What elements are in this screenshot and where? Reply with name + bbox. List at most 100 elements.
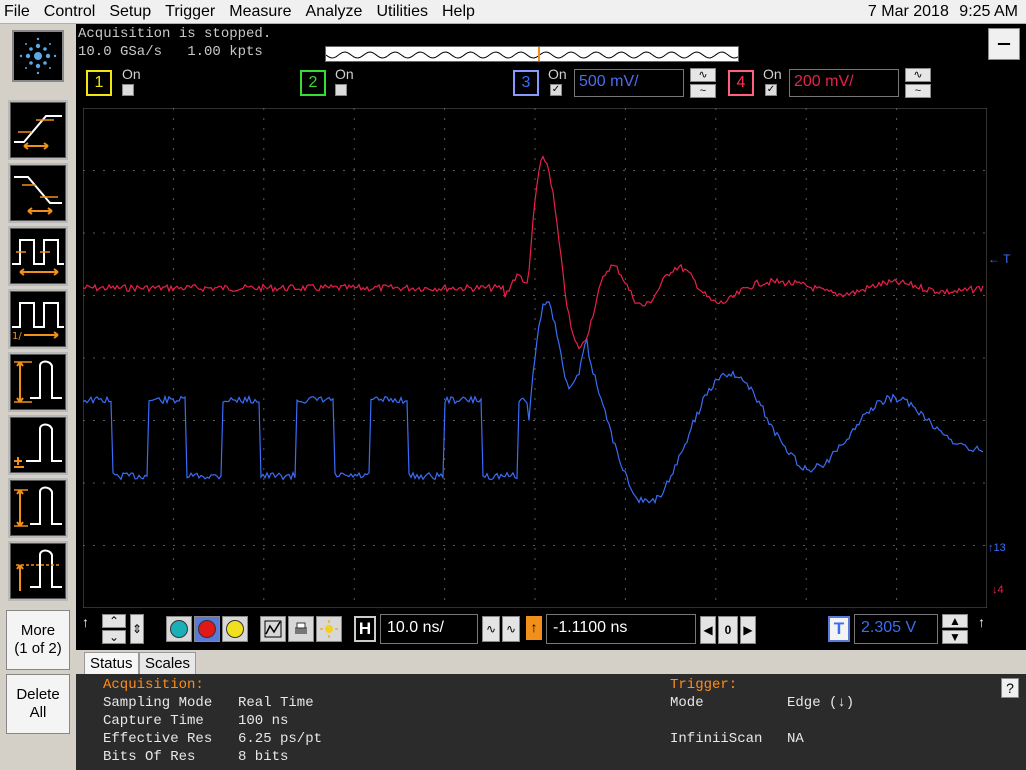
oscilloscope-app: File Control Setup Trigger Measure Analy…	[0, 0, 1026, 770]
left-toolbar: 1/ More (1 of 2) Delete All	[0, 24, 76, 770]
channel-4-on-label: On	[763, 66, 782, 82]
delay-position-field[interactable]: -1.1100 ns	[546, 614, 696, 644]
infiniiscan-label: InfiniiScan	[670, 731, 763, 747]
channel-3-button[interactable]: 3	[513, 70, 539, 96]
pin-up-icon[interactable]: ↑	[82, 614, 89, 630]
trigger-label: T	[828, 616, 850, 642]
horizontal-label: H	[354, 616, 376, 642]
channel-4-button[interactable]: 4	[728, 70, 754, 96]
frequency-measure-icon[interactable]: 1/	[8, 289, 68, 349]
scroll-both-button[interactable]: ⇕	[130, 614, 144, 644]
channel-4-checkbox[interactable]: ✓	[765, 84, 777, 96]
channel-2-on-label: On	[335, 66, 354, 82]
acquisition-bar: Acquisition is stopped. 10.0 GSa/s 1.00 …	[76, 24, 1026, 64]
status-tabs: Status Scales	[76, 650, 1026, 674]
rise-time-measure-icon[interactable]	[8, 100, 68, 160]
timebase-bar: ↑ ⌃ ⌄ ⇕ H 10.0 ns/ ∿ ∿ ↑ -1.1100 ns ◀ 0 …	[76, 610, 1026, 650]
color-yellow-button[interactable]	[222, 616, 248, 642]
channel-3-offset-marker: ↑13	[988, 542, 1006, 554]
waveform-overview[interactable]	[325, 46, 739, 62]
fall-time-measure-icon[interactable]	[8, 163, 68, 223]
menu-measure[interactable]: Measure	[222, 0, 298, 24]
tab-status[interactable]: Status	[84, 652, 139, 674]
amplitude-measure-icon[interactable]	[8, 478, 68, 538]
color-red-button[interactable]	[194, 616, 220, 642]
trigger-pin-icon[interactable]: ↑	[978, 614, 985, 630]
sampling-mode-value: Real Time	[238, 695, 314, 711]
waveform-display[interactable]: ← T ↑13 ↓4	[76, 102, 1026, 610]
delay-zero-button[interactable]: 0	[718, 616, 738, 644]
delay-icon: ↑	[526, 616, 542, 640]
menu-setup[interactable]: Setup	[102, 0, 158, 24]
sampling-mode-label: Sampling Mode	[103, 695, 213, 711]
delete-all-label-line1: Delete	[16, 686, 60, 703]
channel-4-offset-marker: ↓4	[992, 584, 1004, 596]
bits-of-res-label: Bits Of Res	[103, 749, 196, 765]
menu-file[interactable]: File	[0, 0, 37, 24]
trigger-mode-value: Edge (↓)	[787, 695, 855, 711]
channel-1-on-label: On	[122, 66, 141, 82]
channel-3-coupling-ac[interactable]: ∿	[690, 68, 716, 82]
timebase-scale-field[interactable]: 10.0 ns/	[380, 614, 478, 644]
channel-4-scale[interactable]: 200 mV/	[789, 69, 899, 97]
channel-3-coupling-dc[interactable]: ~	[690, 84, 716, 98]
svg-text:1/: 1/	[12, 331, 22, 342]
scroll-down-button[interactable]: ⌄	[102, 630, 126, 644]
print-icon[interactable]	[288, 616, 314, 642]
menu-trigger[interactable]: Trigger	[158, 0, 222, 24]
trigger-heading: Trigger:	[670, 677, 738, 693]
more-button-label: More	[20, 622, 56, 639]
period-measure-icon[interactable]	[8, 226, 68, 286]
acquisition-status: Acquisition is stopped.	[78, 26, 272, 42]
vpp-measure-icon[interactable]	[8, 352, 68, 412]
menu-analyze[interactable]: Analyze	[299, 0, 370, 24]
color-cyan-button[interactable]	[166, 616, 192, 642]
autoscale-icon[interactable]	[260, 616, 286, 642]
menu-help[interactable]: Help	[435, 0, 482, 24]
delete-all-label-line2: All	[29, 704, 47, 721]
minimize-button[interactable]: —	[988, 28, 1020, 60]
delay-right-button[interactable]: ▶	[740, 616, 756, 644]
channel-3-scale[interactable]: 500 mV/	[574, 69, 684, 97]
channel-2-button[interactable]: 2	[300, 70, 326, 96]
delay-left-button[interactable]: ◀	[700, 616, 716, 644]
acquisition-heading: Acquisition:	[103, 677, 204, 693]
delete-all-button[interactable]: Delete All	[6, 674, 70, 734]
timebase-fine-up[interactable]: ∿	[502, 616, 520, 642]
trigger-level-marker: ← T	[988, 252, 1011, 266]
trigger-level-field[interactable]: 2.305 V	[854, 614, 938, 644]
bits-of-res-value: 8 bits	[238, 749, 289, 765]
trigger-level-up[interactable]: ▲	[942, 614, 968, 628]
clock-date: 7 Mar 2018	[867, 3, 949, 20]
effective-res-label: Effective Res	[103, 731, 213, 747]
scroll-up-button[interactable]: ⌃	[102, 614, 126, 628]
infiniiscan-value: NA	[787, 731, 804, 747]
clock-time: 9:25 AM	[959, 3, 1018, 20]
tab-scales[interactable]: Scales	[139, 652, 197, 674]
status-panel: Acquisition: Sampling Mode Real Time Cap…	[76, 674, 1026, 770]
menu-bar: File Control Setup Trigger Measure Analy…	[0, 0, 1026, 24]
channel-2-checkbox[interactable]	[335, 84, 347, 96]
trigger-level-down[interactable]: ▼	[942, 630, 968, 644]
effective-res-value: 6.25 ps/pt	[238, 731, 323, 747]
vmin-measure-icon[interactable]	[8, 415, 68, 475]
channel-1-button[interactable]: 1	[86, 70, 112, 96]
brightness-icon[interactable]	[316, 616, 342, 642]
channel-4-coupling-dc[interactable]: ~	[905, 84, 931, 98]
channel-3-on-label: On	[548, 66, 567, 82]
capture-time-label: Capture Time	[103, 713, 204, 729]
capture-time-value: 100 ns	[238, 713, 289, 729]
channel-3-checkbox[interactable]: ✓	[550, 84, 562, 96]
help-button[interactable]: ?	[1001, 678, 1019, 698]
menu-utilities[interactable]: Utilities	[369, 0, 435, 24]
timebase-fine-down[interactable]: ∿	[482, 616, 500, 642]
logo-icon[interactable]	[12, 30, 64, 82]
top-measure-icon[interactable]	[8, 541, 68, 601]
graticule[interactable]	[83, 108, 987, 608]
channel-1-checkbox[interactable]	[122, 84, 134, 96]
sample-rate-memory: 10.0 GSa/s 1.00 kpts	[78, 44, 263, 60]
menu-control[interactable]: Control	[37, 0, 103, 24]
channel-4-coupling-ac[interactable]: ∿	[905, 68, 931, 82]
more-button-page: (1 of 2)	[14, 640, 62, 657]
more-button[interactable]: More (1 of 2)	[6, 610, 70, 670]
